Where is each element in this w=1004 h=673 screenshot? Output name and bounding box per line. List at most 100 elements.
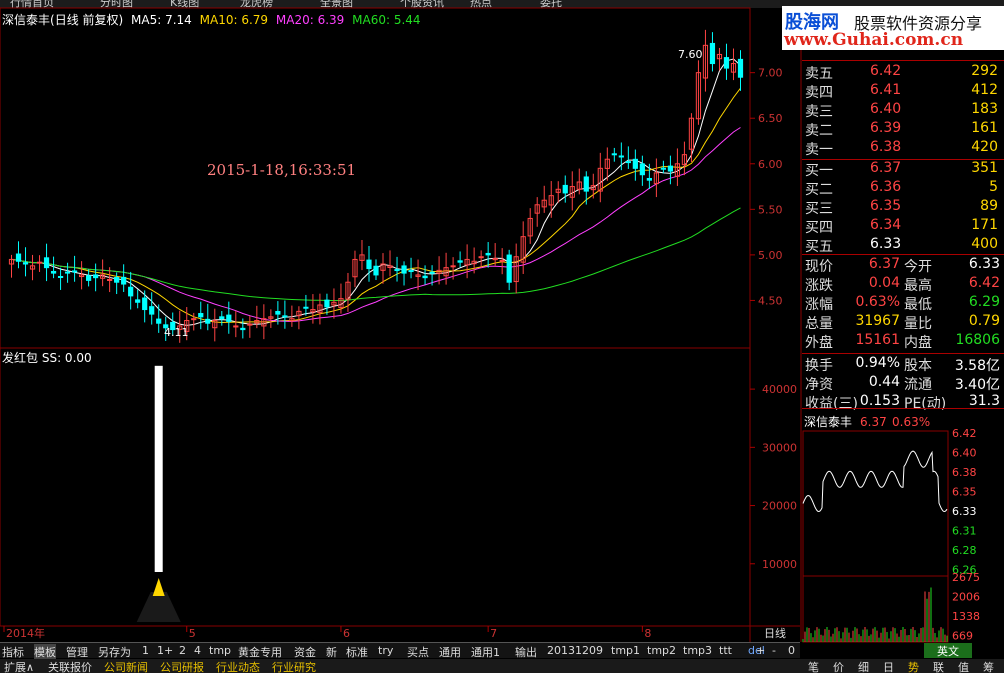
toolbar-item[interactable]: ttt (719, 644, 732, 657)
time-tick-label: 6 (343, 627, 350, 640)
indicator-name: 发红包 (2, 351, 39, 365)
candle-body (639, 163, 645, 176)
bid-row: 买五 6.33 400 (805, 236, 998, 255)
status-tab[interactable]: 扩展∧ (4, 659, 34, 673)
candle-body (401, 265, 407, 274)
mini-tab[interactable]: 日 (883, 659, 894, 673)
intraday-price-line (802, 450, 948, 513)
mini-tab[interactable]: 联 (933, 659, 944, 673)
stock-period: (日线 前复权) (50, 13, 124, 27)
status-tab[interactable]: 公司新闻 (104, 659, 148, 673)
status-tab[interactable]: 公司研报 (160, 659, 204, 673)
toolbar-item[interactable]: 1 (142, 644, 149, 657)
stat-value: 15161 (855, 332, 900, 348)
mini-tab[interactable]: 势 (908, 659, 919, 673)
kline-chart[interactable]: 7.00 6.50 6.00 5.50 5.00 4.50 40000 30000 20000… (0, 0, 802, 642)
toolbar-item[interactable]: 黄金专用 (238, 644, 282, 660)
stat-label: 净资 (805, 377, 833, 393)
toolbar-item[interactable]: 标准 (346, 644, 368, 660)
time-tick-label: 5 (189, 627, 196, 640)
price-tick-label: 6.50 (758, 112, 783, 125)
candle-body (282, 315, 288, 318)
candle-body (723, 57, 730, 69)
toolbar-item[interactable]: tmp3 (683, 644, 712, 657)
ask-row: 卖四 6.41 412 (805, 82, 998, 101)
status-tab[interactable]: 关联报价 (48, 659, 92, 673)
candle-body (324, 299, 330, 308)
indicator-panel-border (0, 347, 751, 627)
toolbar-item[interactable]: 1+ (157, 644, 173, 657)
toolbar-item[interactable]: 资金 (294, 644, 316, 660)
zoom-button[interactable]: - (772, 644, 776, 657)
stat-value: 6.37 (868, 256, 900, 272)
toolbar-item[interactable]: 另存为 (98, 644, 131, 660)
candle-body (394, 269, 400, 272)
mini-price: 6.37 (860, 415, 887, 429)
english-toggle-button[interactable]: 英文 (924, 643, 972, 658)
mini-tab[interactable]: 价 (833, 659, 844, 673)
mini-price-tick: 6.28 (952, 544, 977, 557)
zoom-button[interactable]: 0 (788, 644, 795, 657)
stat-label: 最低 (904, 297, 932, 313)
stat-label: 股本 (904, 358, 932, 374)
time-tick-label: 7 (490, 627, 497, 640)
intraday-mini-chart[interactable]: 深信泰丰 6.37 0.63% 6.42 6.40 6.38 6.35 6.33 6.31… (802, 410, 1004, 645)
ma10-label: MA10: 6.79 (199, 13, 269, 27)
mini-tab[interactable]: 细 (858, 659, 869, 673)
mini-volume-tick: 1338 (952, 610, 980, 623)
stat-value: 0.153 (859, 393, 900, 409)
ma-line (11, 58, 741, 326)
stat-value: 31967 (855, 313, 900, 329)
candle-body (457, 260, 463, 263)
toolbar-item[interactable]: 2 (179, 644, 186, 657)
mini-volume-tick: 2675 (952, 571, 980, 584)
candle-body (408, 270, 414, 273)
candle-body (121, 276, 127, 285)
candle-body (646, 177, 652, 181)
toolbar-item[interactable]: 输出 (515, 644, 537, 660)
toolbar-item[interactable]: tmp (209, 644, 231, 657)
candle-body (219, 316, 225, 320)
toolbar-item[interactable]: 20131209 (547, 644, 603, 657)
stat-value: 31.3 (968, 393, 1000, 409)
mini-price-tick: 6.38 (952, 466, 977, 479)
mini-volume-tick: 2006 (952, 591, 980, 604)
candle-body (660, 167, 666, 170)
toolbar-item[interactable]: 新 (326, 644, 337, 660)
candle-body (191, 318, 197, 321)
indicator-value: SS: 0.00 (41, 351, 92, 365)
mini-tab[interactable]: 值 (958, 659, 969, 673)
zoom-button[interactable]: + (756, 644, 765, 657)
candle-body (114, 277, 120, 283)
candle-body (50, 270, 57, 274)
price-axis: 7.00 6.50 6.00 5.50 5.00 4.50 (750, 67, 783, 307)
toolbar-item[interactable]: tmp1 (611, 644, 640, 657)
stat-value: 0.04 (868, 275, 900, 291)
stat-label: 内盘 (904, 335, 932, 351)
candle-body (22, 262, 29, 265)
quote-stat-row: 涨幅 0.63% 最低 6.29 (802, 294, 1004, 313)
toolbar-item[interactable]: 买点 (407, 644, 429, 660)
toolbar-item[interactable]: 管理 (66, 644, 88, 660)
toolbar-item[interactable]: 4 (194, 644, 201, 657)
toolbar-item[interactable]: 通用1 (471, 644, 500, 660)
time-axis: 2014年 5 6 7 8 (3, 626, 651, 640)
candle-body (43, 257, 50, 269)
volume-tick-label: 10000 (762, 558, 797, 571)
candle-body (499, 259, 505, 262)
toolbar-item[interactable]: 通用 (439, 644, 461, 660)
candle-body (632, 158, 638, 169)
status-tab[interactable]: 行业动态 (216, 659, 260, 673)
mini-tab-bar: 笔价细日势联值筹 (802, 659, 1004, 673)
ask-row: 卖五 6.42 292 (805, 63, 998, 82)
moving-average-lines (11, 58, 741, 326)
mini-tab[interactable]: 筹 (983, 659, 994, 673)
toolbar-item[interactable]: 模板 (34, 644, 56, 660)
toolbar-item[interactable]: try (378, 644, 393, 657)
mini-tab[interactable]: 笔 (808, 659, 819, 673)
toolbar-item[interactable]: 指标 (2, 644, 24, 660)
status-tab[interactable]: 行业研究 (272, 659, 316, 673)
toolbar-item[interactable]: tmp2 (647, 644, 676, 657)
mini-pct: 0.63% (892, 415, 930, 429)
quote-stat-row: 外盘 15161 内盘 16806 (802, 332, 1004, 351)
